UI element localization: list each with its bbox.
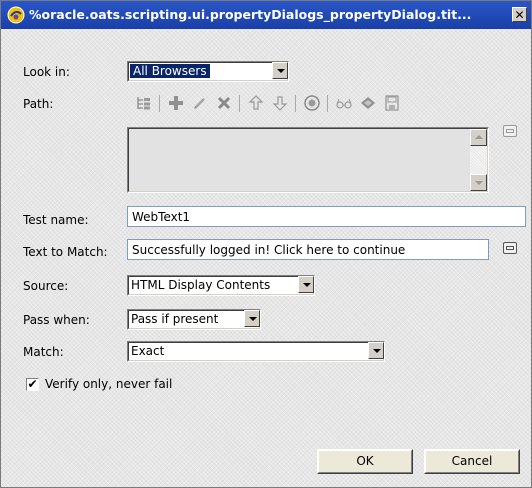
target-icon[interactable] xyxy=(303,94,321,112)
source-value: HTML Display Contents xyxy=(131,278,271,292)
move-up-icon[interactable] xyxy=(247,94,265,112)
add-icon[interactable] xyxy=(167,94,185,112)
path-textarea[interactable] xyxy=(127,127,489,193)
text-to-match-value: Successfully logged in! Click here to co… xyxy=(132,243,406,257)
checkmark-icon: ✔ xyxy=(27,377,38,391)
tree-icon[interactable] xyxy=(135,94,153,112)
edit-icon[interactable] xyxy=(191,94,209,112)
pass-when-label: Pass when: xyxy=(23,313,90,327)
path-field-editor-icon[interactable] xyxy=(503,125,517,137)
property-dialog: %oracle.oats.scripting.ui.propertyDialog… xyxy=(0,0,532,488)
test-name-input[interactable]: WebText1 xyxy=(127,206,526,227)
verify-only-checkbox[interactable]: ✔ xyxy=(26,377,39,391)
text-to-match-editor-icon[interactable] xyxy=(503,242,517,254)
look-in-label: Look in: xyxy=(23,65,70,79)
glasses-icon[interactable] xyxy=(335,94,353,112)
match-value: Exact xyxy=(131,344,165,358)
test-name-label: Test name: xyxy=(23,213,89,227)
move-down-icon[interactable] xyxy=(271,94,289,112)
window-title: %oracle.oats.scripting.ui.propertyDialog… xyxy=(29,7,472,22)
chevron-down-icon[interactable] xyxy=(244,310,260,327)
cancel-button[interactable]: Cancel xyxy=(424,449,520,474)
chevron-down-icon[interactable] xyxy=(368,342,384,359)
chevron-down-icon[interactable] xyxy=(298,276,314,293)
test-name-value: WebText1 xyxy=(132,210,191,224)
close-button[interactable]: ✕ xyxy=(512,7,527,22)
pass-when-value: Pass if present xyxy=(131,312,219,326)
look-in-value: All Browsers xyxy=(130,64,210,78)
match-label: Match: xyxy=(23,345,64,359)
pass-when-select[interactable]: Pass if present xyxy=(127,309,261,330)
source-select[interactable]: HTML Display Contents xyxy=(127,275,315,296)
scroll-down-button[interactable] xyxy=(470,174,487,191)
text-to-match-input[interactable]: Successfully logged in! Click here to co… xyxy=(127,239,489,260)
title-bar[interactable]: %oracle.oats.scripting.ui.propertyDialog… xyxy=(1,1,531,29)
verify-only-label[interactable]: Verify only, never fail xyxy=(45,377,172,391)
ok-button[interactable]: OK xyxy=(317,449,413,474)
match-select[interactable]: Exact xyxy=(127,341,385,362)
scroll-up-button[interactable] xyxy=(470,129,487,146)
path-label: Path: xyxy=(23,97,54,111)
source-label: Source: xyxy=(23,279,69,293)
look-in-select[interactable]: All Browsers xyxy=(127,61,289,82)
app-icon xyxy=(7,6,25,24)
text-to-match-label: Text to Match: xyxy=(23,245,108,259)
chevron-down-icon[interactable] xyxy=(272,62,288,79)
save-icon[interactable] xyxy=(383,94,401,112)
path-scrollbar[interactable] xyxy=(470,129,487,191)
capture-icon[interactable] xyxy=(359,94,377,112)
delete-icon[interactable] xyxy=(215,94,233,112)
